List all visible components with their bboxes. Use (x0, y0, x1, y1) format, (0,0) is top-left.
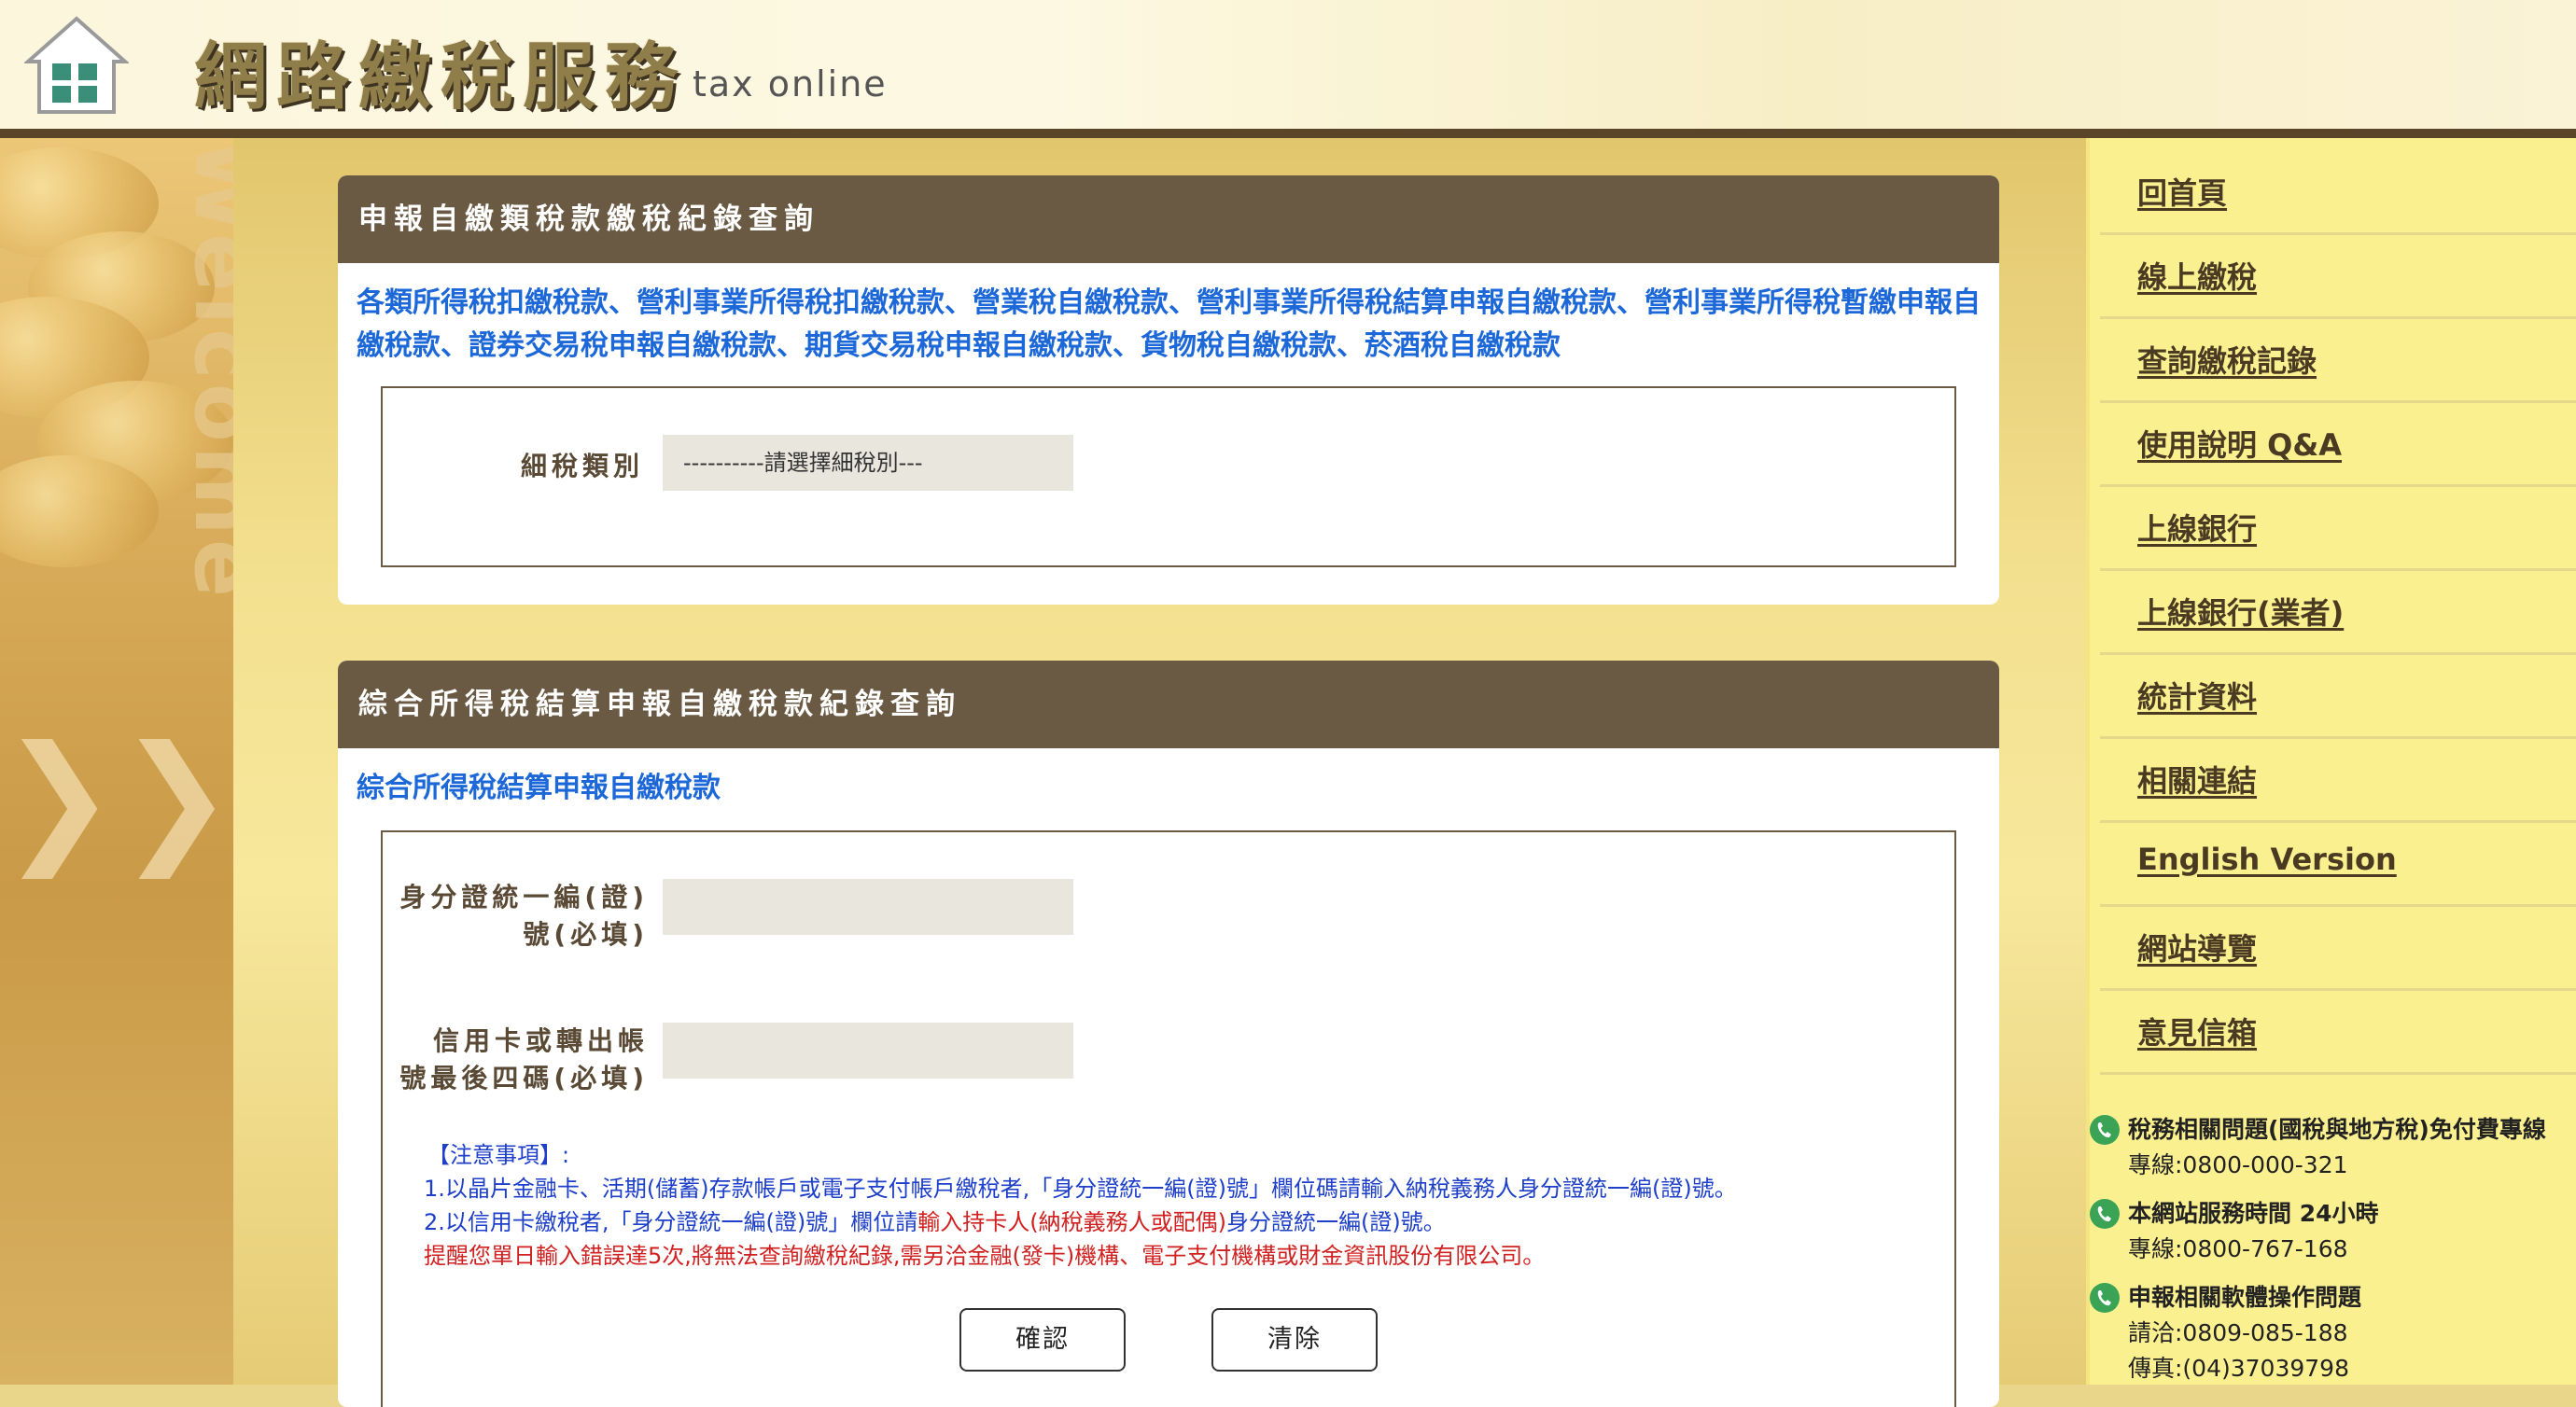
income-tax-description: 綜合所得稅結算申報自繳稅款 (357, 772, 721, 804)
panel-title: 綜合所得稅結算申報自繳稅款紀錄查詢 (338, 661, 1999, 748)
card-last4-label-line1: 信用卡或轉出帳 (432, 1025, 649, 1056)
business-tax-query-panel: 申報自繳類稅款繳稅紀錄查詢 各類所得稅扣繳稅款、營利事業所得稅扣繳稅款、營業稅自… (338, 175, 1999, 605)
nav-label[interactable]: 統計資料 (2137, 674, 2257, 717)
id-number-label-line2: 號(必填) (523, 919, 649, 950)
id-number-label-line1: 身分證統一編(證) (399, 882, 649, 912)
home-icon[interactable] (24, 13, 129, 118)
id-number-input[interactable] (663, 879, 1073, 935)
nav-home[interactable]: 回首頁 (2100, 151, 2576, 235)
card-last4-label-line2: 號最後四碼(必填) (399, 1063, 649, 1094)
nav-label[interactable]: 意見信箱 (2137, 1010, 2257, 1052)
contact-title: 本網站服務時間 24小時 (2128, 1200, 2379, 1227)
panel-title: 申報自繳類稅款繳稅紀錄查詢 (338, 175, 1999, 263)
contact-title: 稅務相關問題(國稅與地方稅)免付費專線 (2128, 1116, 2546, 1143)
notice-title: 【注意事項】: (427, 1142, 570, 1168)
notice-line-3: 提醒您單日輸入錯誤達5次,將無法查詢繳稅紀錄,需另洽金融(發卡)機構、電子支付機… (424, 1243, 1546, 1269)
notice-line-2-start: 2.以信用卡繳稅者,「身分證統一編(證)號」欄位請 (424, 1209, 918, 1235)
subtax-type-label: 細稅類別 (520, 451, 644, 481)
card-last4-input[interactable] (663, 1023, 1073, 1079)
nav-online-banks-business[interactable]: 上線銀行(業者) (2100, 571, 2576, 655)
nav-feedback[interactable]: 意見信箱 (2100, 991, 2576, 1075)
query-form-box: 身分證統一編(證) 號(必填) 信用卡或轉出帳 號最後四碼(必填) 【注意事項】… (381, 830, 1956, 1407)
nav-sitemap[interactable]: 網站導覽 (2100, 907, 2576, 991)
contact-tax-hotline: 稅務相關問題(國稅與地方稅)免付費專線 專線:0800-000-321 (2089, 1112, 2565, 1187)
nav-payment-records[interactable]: 查詢繳稅記錄 (2100, 319, 2576, 403)
nav-label[interactable]: 查詢繳稅記錄 (2137, 338, 2317, 381)
income-tax-query-panel: 綜合所得稅結算申報自繳稅款紀錄查詢 綜合所得稅結算申報自繳稅款 身分證統一編(證… (338, 661, 1999, 1407)
nav-label[interactable]: 線上繳稅 (2137, 254, 2257, 297)
notice-line-1: 1.以晶片金融卡、活期(儲蓄)存款帳戶或電子支付帳戶繳稅者,「身分證統一編(證)… (424, 1176, 1737, 1202)
notice-line-2-highlight: 輸入持卡人(納稅義務人或配偶) (917, 1209, 1226, 1235)
confirm-button[interactable]: 確認 (959, 1308, 1126, 1372)
phone-icon (2090, 1115, 2120, 1145)
nav-label[interactable]: 回首頁 (2137, 170, 2227, 213)
contact-text: 本網站服務時間 24小時 專線:0800-767-168 (2128, 1196, 2379, 1267)
notice-section: 【注意事項】: 1.以晶片金融卡、活期(儲蓄)存款帳戶或電子支付帳戶繳稅者,「身… (424, 1138, 1936, 1273)
nav-label[interactable]: English Version (2137, 842, 2397, 877)
site-subtitle: tax online (693, 63, 888, 104)
nav-label[interactable]: 網站導覽 (2137, 926, 2257, 968)
nav-online-banks[interactable]: 上線銀行 (2100, 487, 2576, 571)
site-title: 網路繳稅服務 (194, 35, 688, 119)
nav-online-payment[interactable]: 線上繳稅 (2100, 235, 2576, 319)
card-last4-label: 信用卡或轉出帳 號最後四碼(必填) (392, 1023, 649, 1097)
notice-line-2-end: 身分證統一編(證)號。 (1226, 1209, 1446, 1235)
contact-fax: 傳真:(04)37039798 (2128, 1355, 2349, 1382)
nav-english-version[interactable]: English Version (2100, 823, 2576, 907)
nav-statistics[interactable]: 統計資料 (2100, 655, 2576, 739)
contact-service-hours: 本網站服務時間 24小時 專線:0800-767-168 (2089, 1196, 2565, 1271)
welcome-watermark: Welcome (175, 138, 233, 602)
nav-label[interactable]: 使用說明 Q&A (2137, 422, 2342, 465)
contact-text: 稅務相關問題(國稅與地方稅)免付費專線 專線:0800-000-321 (2128, 1112, 2546, 1183)
contact-phone: 請洽:0809-085-188 (2128, 1319, 2348, 1346)
id-number-label: 身分證統一編(證) 號(必填) (392, 879, 649, 954)
contact-phone: 專線:0800-767-168 (2128, 1235, 2348, 1262)
phone-icon (2090, 1283, 2120, 1313)
contact-title: 申報相關軟體操作問題 (2128, 1284, 2362, 1311)
phone-icon (2090, 1199, 2120, 1229)
nav-label[interactable]: 相關連結 (2137, 758, 2257, 801)
contact-text: 申報相關軟體操作問題 請洽:0809-085-188 傳真:(04)370397… (2128, 1280, 2361, 1386)
contact-software-support: 申報相關軟體操作問題 請洽:0809-085-188 傳真:(04)370397… (2089, 1280, 2565, 1385)
nav-help-qa[interactable]: 使用說明 Q&A (2100, 403, 2576, 487)
nav-related-links[interactable]: 相關連結 (2100, 739, 2576, 823)
contact-phone: 專線:0800-000-321 (2128, 1151, 2348, 1178)
nav-label[interactable]: 上線銀行 (2137, 506, 2257, 549)
query-form-box: 細稅類別 ----------請選擇細稅別--- (381, 386, 1956, 567)
site-header: 網路繳稅服務 tax online (0, 0, 2576, 138)
notice-line-2: 2.以信用卡繳稅者,「身分證統一編(證)號」欄位請輸入持卡人(納稅義務人或配偶)… (424, 1205, 1936, 1239)
chevron-decoration: ❯❯ (0, 717, 233, 879)
nav-label[interactable]: 上線銀行(業者) (2137, 590, 2344, 633)
left-decoration: Welcome ❯❯ (0, 138, 233, 1385)
subtax-type-select[interactable]: ----------請選擇細稅別--- (663, 435, 1073, 491)
tax-type-description: 各類所得稅扣繳稅款、營利事業所得稅扣繳稅款、營業稅自繳稅款、營利事業所得稅結算申… (357, 286, 1981, 362)
clear-button[interactable]: 清除 (1211, 1308, 1378, 1372)
